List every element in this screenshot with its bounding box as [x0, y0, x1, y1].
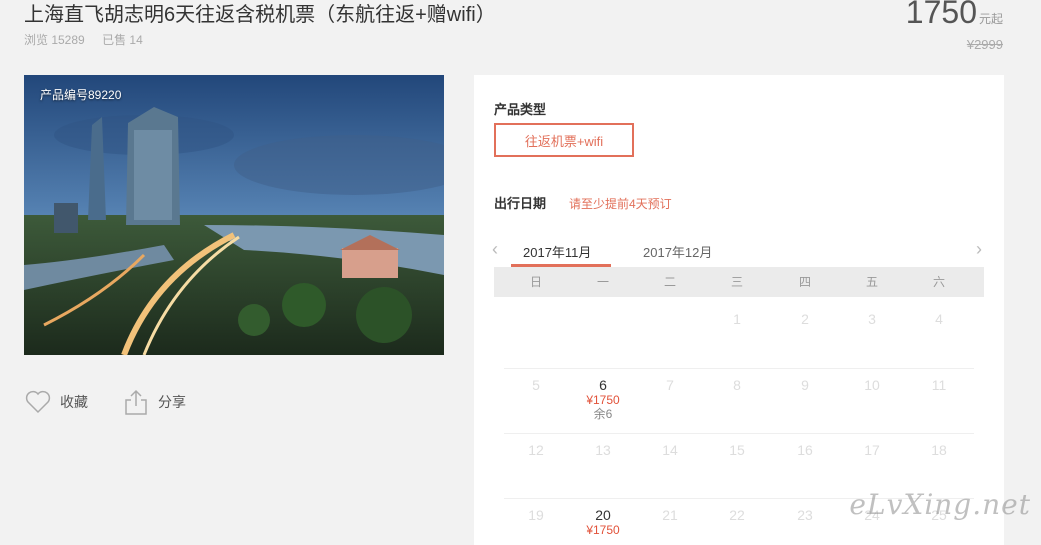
product-photo[interactable]: 产品编号89220	[24, 75, 444, 355]
weekday-sat: 六	[932, 275, 945, 289]
day-price: ¥1750	[586, 393, 620, 407]
current-price: 1750	[905, 0, 977, 30]
weekday-header: 日 一 二 三 四 五 六	[494, 267, 984, 297]
product-stats: 浏览 15289 已售 14	[24, 31, 157, 48]
calendar-day: 8	[733, 377, 741, 393]
calendar-day: 17	[864, 442, 880, 458]
day-price: ¥1750	[586, 523, 620, 537]
calendar-day: 22	[729, 507, 745, 523]
favorite-label: 收藏	[60, 394, 88, 410]
product-number: 产品编号89220	[40, 88, 122, 102]
price-block: 1750 元起	[906, 0, 1003, 31]
weekday-tue: 二	[663, 275, 676, 289]
calendar-day: 3	[868, 311, 876, 327]
share-label: 分享	[158, 394, 186, 410]
weekday-fri: 五	[865, 275, 878, 289]
price-unit: 元起	[978, 12, 1003, 26]
weekday-sun: 日	[529, 275, 542, 289]
favorite-button[interactable]: 收藏	[24, 388, 88, 416]
share-button[interactable]: 分享	[122, 388, 186, 416]
calendar-day: 12	[528, 442, 544, 458]
view-count: 浏览 15289	[24, 33, 85, 47]
calendar-day: 7	[666, 377, 674, 393]
calendar-day: 16	[797, 442, 813, 458]
original-price: ¥2999	[966, 37, 1003, 52]
calendar-day: 4	[935, 311, 943, 327]
calendar-day: 2	[801, 311, 809, 327]
calendar-day: 21	[662, 507, 678, 523]
calendar-divider	[504, 368, 974, 369]
calendar-day-available[interactable]: 20 ¥1750	[570, 507, 636, 537]
heart-icon	[25, 390, 51, 414]
watermark: eLvXing.net	[849, 488, 1031, 521]
calendar-day-available[interactable]: 6 ¥1750 余6	[570, 377, 636, 421]
calendar-day: 9	[801, 377, 809, 393]
calendar-day: 19	[528, 507, 544, 523]
calendar-day: 14	[662, 442, 678, 458]
tab-month-nov[interactable]: 2017年11月	[523, 242, 591, 261]
calendar-day: 13	[595, 442, 611, 458]
city-skyline-image	[24, 75, 444, 355]
prev-month-icon[interactable]: ‹	[492, 239, 498, 260]
travel-date-label: 出行日期	[494, 196, 547, 211]
day-remaining: 余6	[593, 407, 613, 421]
booking-panel: 产品类型 往返机票+wifi 出行日期 请至少提前4天预订 ‹ 2017年11月…	[474, 75, 1004, 545]
date-hint: 请至少提前4天预订	[569, 197, 672, 211]
weekday-wed: 三	[730, 275, 743, 289]
calendar-day: 1	[733, 311, 741, 327]
calendar-divider	[504, 433, 974, 434]
weekday-mon: 一	[596, 275, 609, 289]
calendar-day: 18	[931, 442, 947, 458]
tab-month-dec[interactable]: 2017年12月	[643, 242, 712, 261]
weekday-thu: 四	[798, 275, 811, 289]
product-title: 上海直飞胡志明6天往返含税机票（东航往返+赠wifi）	[24, 4, 496, 26]
calendar-day: 23	[797, 507, 813, 523]
product-type-option[interactable]: 往返机票+wifi	[494, 123, 634, 157]
sold-count: 已售 14	[102, 33, 143, 47]
calendar-day: 5	[532, 377, 540, 393]
calendar-day: 10	[864, 377, 880, 393]
calendar-day: 15	[729, 442, 745, 458]
share-icon	[125, 389, 147, 415]
next-month-icon[interactable]: ›	[976, 239, 982, 260]
product-type-label: 产品类型	[494, 102, 547, 117]
calendar-day: 11	[931, 377, 947, 393]
